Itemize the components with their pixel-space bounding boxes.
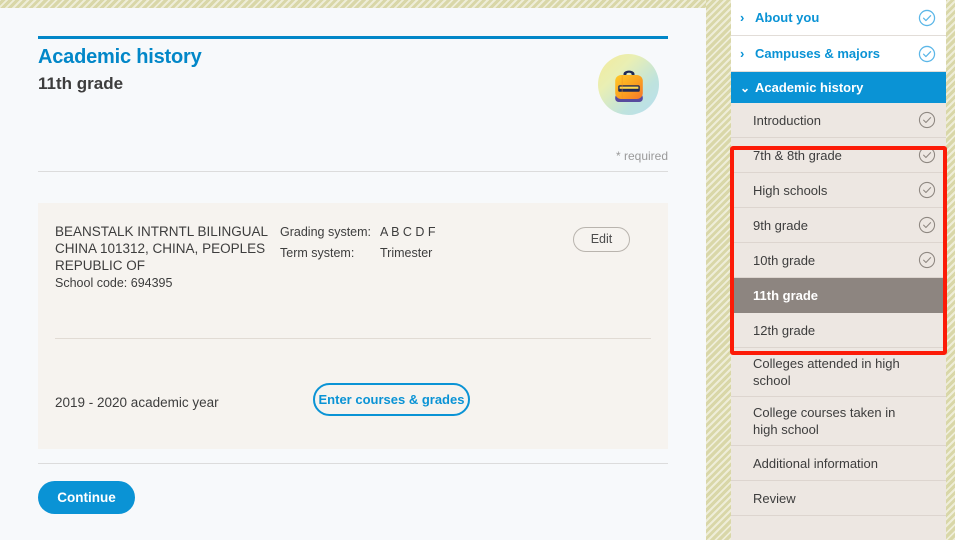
sidebar-section-label: Academic history bbox=[755, 80, 864, 95]
enter-courses-and-grades-button[interactable]: Enter courses & grades bbox=[313, 383, 470, 416]
sidebar-section-academic-history[interactable]: ⌄ Academic history bbox=[731, 72, 946, 103]
sidebar-item-label: 10th grade bbox=[753, 252, 816, 268]
sidebar-item-label: Colleges attended in high school bbox=[753, 356, 900, 388]
required-note: * required bbox=[615, 149, 668, 163]
right-stripe-band bbox=[946, 0, 955, 540]
sidebar-item-additional-information[interactable]: Additional information bbox=[731, 446, 946, 481]
page-subtitle: 11th grade bbox=[38, 74, 124, 93]
sidebar-item-review[interactable]: Review bbox=[731, 481, 946, 516]
sidebar-section-campuses-majors[interactable]: › Campuses & majors bbox=[731, 36, 946, 72]
sidebar-item-label: 7th & 8th grade bbox=[753, 147, 842, 163]
card-divider bbox=[55, 338, 651, 339]
sidebar-item-12th-grade[interactable]: 12th grade bbox=[731, 313, 946, 348]
sidebar-item-10th-grade[interactable]: 10th grade bbox=[731, 243, 946, 278]
sidebar-item-high-schools[interactable]: High schools bbox=[731, 173, 946, 208]
complete-check-icon bbox=[918, 146, 936, 164]
academic-year-label: 2019 - 2020 academic year bbox=[55, 395, 219, 410]
school-name: BEANSTALK INTRNTL BILINGUAL CHINA 101312… bbox=[55, 224, 268, 273]
sidebar-item-label: Review bbox=[753, 490, 796, 506]
sidebar-item-label: 12th grade bbox=[753, 322, 816, 338]
complete-check-icon bbox=[918, 251, 936, 269]
sidebar-item-label: Additional information bbox=[753, 455, 879, 471]
footer-divider bbox=[38, 463, 668, 464]
school-card: BEANSTALK INTRNTL BILINGUAL CHINA 101312… bbox=[38, 203, 668, 449]
chevron-right-icon: › bbox=[740, 10, 745, 25]
continue-button[interactable]: Continue bbox=[38, 481, 135, 514]
sidebar-item-introduction[interactable]: Introduction bbox=[731, 103, 946, 138]
header-divider bbox=[38, 171, 668, 172]
progress-sidebar: › About you › Campuses & majors ⌄ Academ… bbox=[731, 0, 946, 540]
complete-check-icon bbox=[918, 111, 936, 129]
complete-check-icon bbox=[918, 216, 936, 234]
sidebar-item-7th-8th-grade[interactable]: 7th & 8th grade bbox=[731, 138, 946, 173]
sidebar-item-label: Introduction bbox=[753, 112, 821, 128]
grading-system-label: Grading system: bbox=[280, 225, 372, 239]
sidebar-item-label: High schools bbox=[753, 182, 828, 198]
sidebar-item-label: 11th grade bbox=[753, 287, 819, 303]
sidebar-section-label: Campuses & majors bbox=[755, 46, 880, 61]
middle-stripe-band bbox=[706, 0, 731, 540]
page-title: Academic history bbox=[38, 46, 202, 68]
backpack-icon bbox=[598, 54, 659, 115]
sidebar-item-colleges-attended-in-high-school[interactable]: Colleges attended in high school bbox=[731, 348, 946, 397]
complete-check-icon bbox=[918, 45, 936, 62]
sidebar-item-label: 9th grade bbox=[753, 217, 808, 233]
page-header-rule bbox=[38, 36, 668, 39]
term-system-value: Trimester bbox=[380, 246, 433, 260]
sidebar-item-9th-grade[interactable]: 9th grade bbox=[731, 208, 946, 243]
chevron-right-icon: › bbox=[740, 46, 745, 61]
term-system-label: Term system: bbox=[280, 246, 355, 260]
app-root: Academic history 11th grade * required B… bbox=[0, 0, 955, 540]
sidebar-item-college-courses-taken-in-high-school[interactable]: College courses taken in high school bbox=[731, 397, 946, 446]
edit-button[interactable]: Edit bbox=[573, 227, 630, 252]
complete-check-icon bbox=[918, 181, 936, 199]
sidebar-section-label: About you bbox=[755, 10, 820, 25]
main-content: Academic history 11th grade * required B… bbox=[0, 8, 706, 540]
school-code: School code: 694395 bbox=[55, 276, 173, 290]
complete-check-icon bbox=[918, 9, 936, 26]
sidebar-section-about-you[interactable]: › About you bbox=[731, 0, 946, 36]
grading-system-value: A B C D F bbox=[380, 225, 436, 239]
sidebar-item-label: College courses taken in high school bbox=[753, 405, 896, 437]
chevron-down-icon: ⌄ bbox=[740, 80, 751, 95]
sidebar-item-11th-grade[interactable]: 11th grade bbox=[731, 278, 946, 313]
